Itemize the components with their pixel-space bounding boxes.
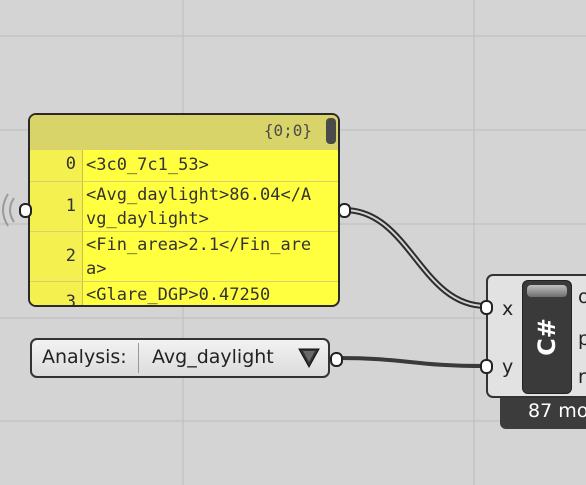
list-item: 3 <Glare_DGP>0.47250 — [30, 281, 338, 307]
wireless-receiver-icon — [2, 193, 15, 227]
list-item: 2 <Fin_area>2.1</Fin_area> — [30, 231, 338, 282]
dropdown-triangle-icon[interactable] — [298, 347, 320, 369]
value-list-selected: Avg_daylight — [152, 346, 274, 368]
divider — [138, 343, 139, 373]
row-index: 0 — [65, 154, 76, 174]
data-path: {0;0} — [263, 121, 312, 140]
panel-header: {0;0} — [30, 115, 338, 149]
input-port-y[interactable] — [480, 359, 493, 374]
output-label: o — [578, 286, 586, 308]
input-port-x[interactable] — [480, 300, 493, 315]
input-label-x: x — [502, 298, 514, 320]
input-label-y: y — [502, 356, 514, 378]
csharp-component[interactable]: C# x y o p r — [486, 274, 586, 398]
row-value: <Avg_daylight>86.04</Avg_daylight> — [86, 185, 312, 229]
component-core: C# — [522, 280, 572, 394]
value-list-label: Analysis: — [42, 346, 127, 368]
list-item: 0 <3c0_7c1_53> — [30, 149, 338, 182]
list-item: 1 <Avg_daylight>86.04</Avg_daylight> — [30, 181, 338, 232]
text-panel[interactable]: {0;0} 0 <3c0_7c1_53> 1 <Avg_daylight>86.… — [28, 113, 340, 307]
value-list[interactable]: Analysis: Avg_daylight — [30, 338, 330, 378]
output-label: r — [578, 366, 586, 388]
component-message: 87 mo — [528, 400, 586, 422]
row-index: 1 — [65, 196, 76, 216]
row-value: <Fin_area>2.1</Fin_area> — [86, 235, 312, 279]
row-index: 2 — [65, 246, 76, 266]
output-label: p — [578, 328, 586, 350]
row-value: <Glare_DGP>0.47250 — [86, 285, 271, 305]
row-index: 3 — [65, 292, 76, 307]
component-name: C# — [533, 318, 561, 356]
panel-input-port[interactable] — [19, 203, 32, 218]
row-value: <3c0_7c1_53> — [86, 155, 209, 175]
value-list-output-port[interactable] — [330, 352, 343, 367]
scrollbar[interactable] — [326, 118, 336, 144]
panel-output-port[interactable] — [338, 203, 351, 218]
